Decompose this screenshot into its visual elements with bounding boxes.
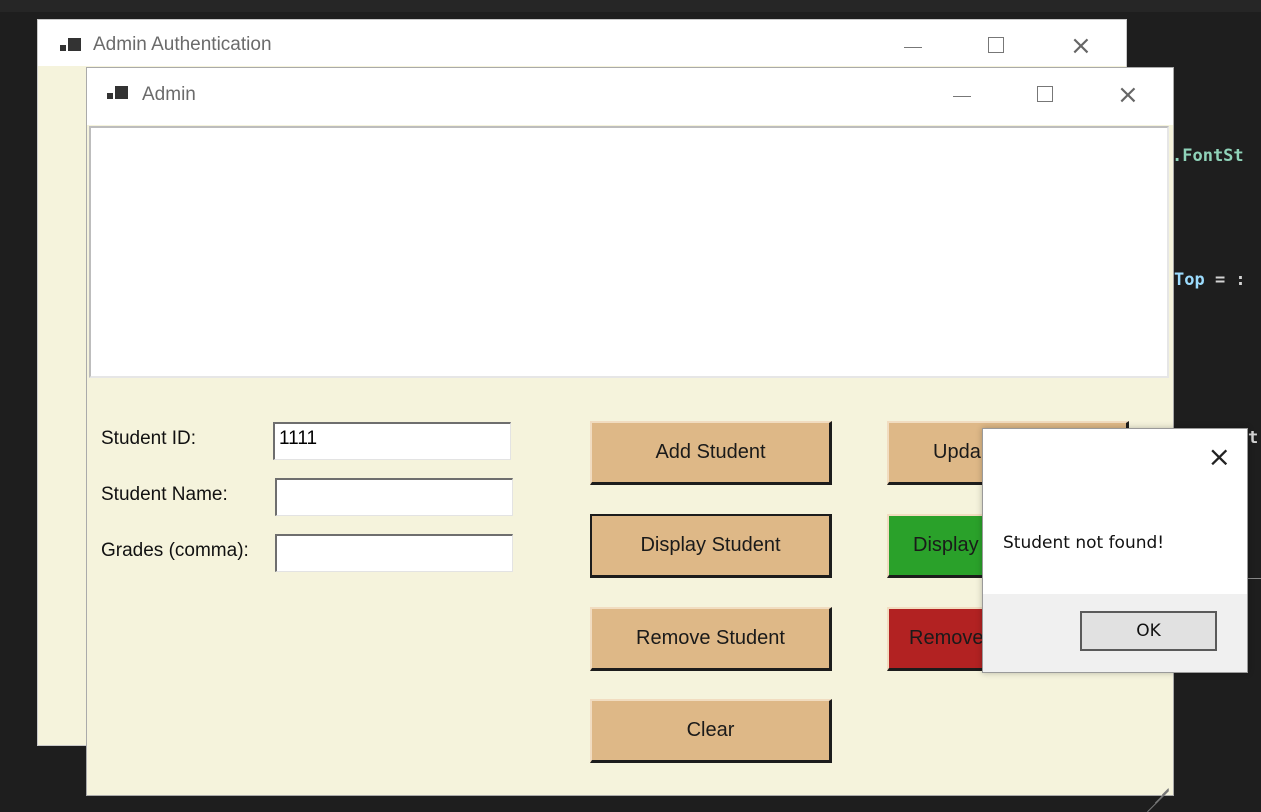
auth-window-title: Admin Authentication: [93, 34, 272, 55]
student-id-input[interactable]: 1111: [273, 422, 511, 460]
code-divider: [1246, 578, 1261, 579]
maximize-icon[interactable]: [988, 37, 1004, 53]
app-icon: [60, 38, 82, 56]
close-icon[interactable]: ×: [1070, 33, 1092, 59]
student-name-label: Student Name:: [101, 484, 228, 505]
code-token-top: Top: [1174, 270, 1205, 290]
student-name-input[interactable]: [275, 478, 513, 516]
remove-student-button[interactable]: Remove Student: [590, 607, 832, 671]
admin-titlebar[interactable]: Admin ×: [87, 68, 1173, 125]
grades-label: Grades (comma):: [101, 540, 249, 561]
admin-window-title: Admin: [142, 84, 196, 105]
clear-button[interactable]: Clear: [590, 699, 832, 763]
message-text: Student not found!: [1003, 533, 1165, 553]
minimize-icon[interactable]: [904, 47, 922, 48]
code-fragment-fontstyle: .FontSt: [1172, 146, 1244, 166]
close-icon[interactable]: ×: [1208, 443, 1231, 471]
code-fragment-top: Top = :: [1174, 270, 1246, 290]
code-token-assign: = :: [1204, 270, 1246, 290]
ok-button[interactable]: OK: [1080, 611, 1217, 651]
output-textbox[interactable]: [89, 126, 1169, 378]
grades-input[interactable]: [275, 534, 513, 572]
message-box-footer: OK: [983, 594, 1247, 672]
auth-titlebar[interactable]: Admin Authentication ×: [38, 20, 1126, 66]
minimize-icon[interactable]: [953, 96, 971, 97]
display-student-button[interactable]: Display Student: [590, 514, 832, 578]
code-fragment-partial: t:: [1248, 428, 1261, 448]
resize-grip-icon[interactable]: [1145, 767, 1169, 812]
app-icon: [107, 86, 129, 104]
editor-top-strip: [0, 0, 1261, 12]
close-icon[interactable]: ×: [1117, 82, 1139, 108]
student-id-label: Student ID:: [101, 428, 197, 449]
maximize-icon[interactable]: [1037, 86, 1053, 102]
message-box-dialog: × Student not found! OK: [982, 428, 1248, 673]
add-student-button[interactable]: Add Student: [590, 421, 832, 485]
